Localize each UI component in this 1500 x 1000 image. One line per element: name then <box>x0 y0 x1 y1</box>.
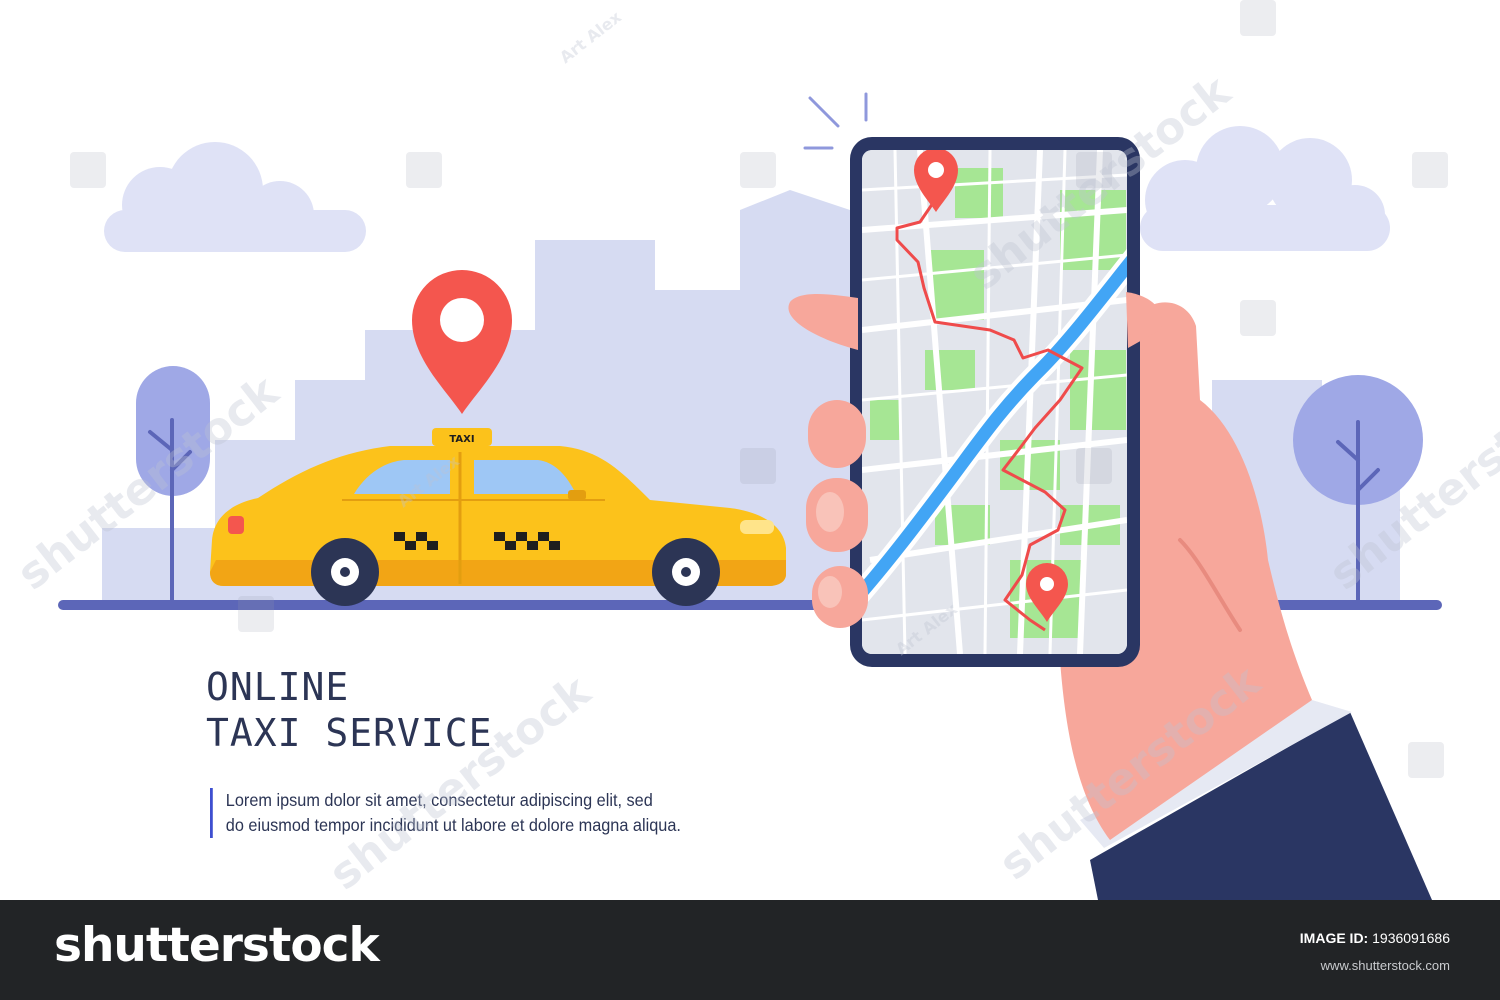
taxi-roof-sign: TAXI <box>449 434 474 445</box>
headline: ONLINE TAXI SERVICE <box>206 664 493 756</box>
watermark-square <box>406 152 442 188</box>
map-screen <box>862 150 1127 654</box>
headline-line-1: ONLINE <box>206 665 350 709</box>
site-url[interactable]: www.shutterstock.com <box>1321 958 1450 973</box>
watermark-square <box>740 448 776 484</box>
watermark-square <box>1408 742 1444 778</box>
watermark-square <box>1412 152 1448 188</box>
image-id-label: IMAGE ID: <box>1299 930 1369 946</box>
watermark-square <box>1240 300 1276 336</box>
image-id: IMAGE ID: 1936091686 <box>1300 930 1450 946</box>
watermark-square <box>70 152 106 188</box>
watermark-square <box>1076 448 1112 484</box>
illustration-stage: TAXI ONLINE TAXI SERVICE Lorem ipsum dol… <box>0 0 1500 1000</box>
watermark-square <box>740 152 776 188</box>
headline-line-2: TAXI SERVICE <box>206 711 493 755</box>
brand-logo: shutterstock <box>54 918 380 973</box>
cloud-left <box>104 142 366 252</box>
watermark-square <box>238 596 274 632</box>
watermark-square <box>1240 0 1276 36</box>
image-id-value: 1936091686 <box>1372 930 1450 946</box>
notification-lines <box>803 92 868 150</box>
description-line-2: do eiusmod tempor incididunt ut labore e… <box>225 815 681 835</box>
